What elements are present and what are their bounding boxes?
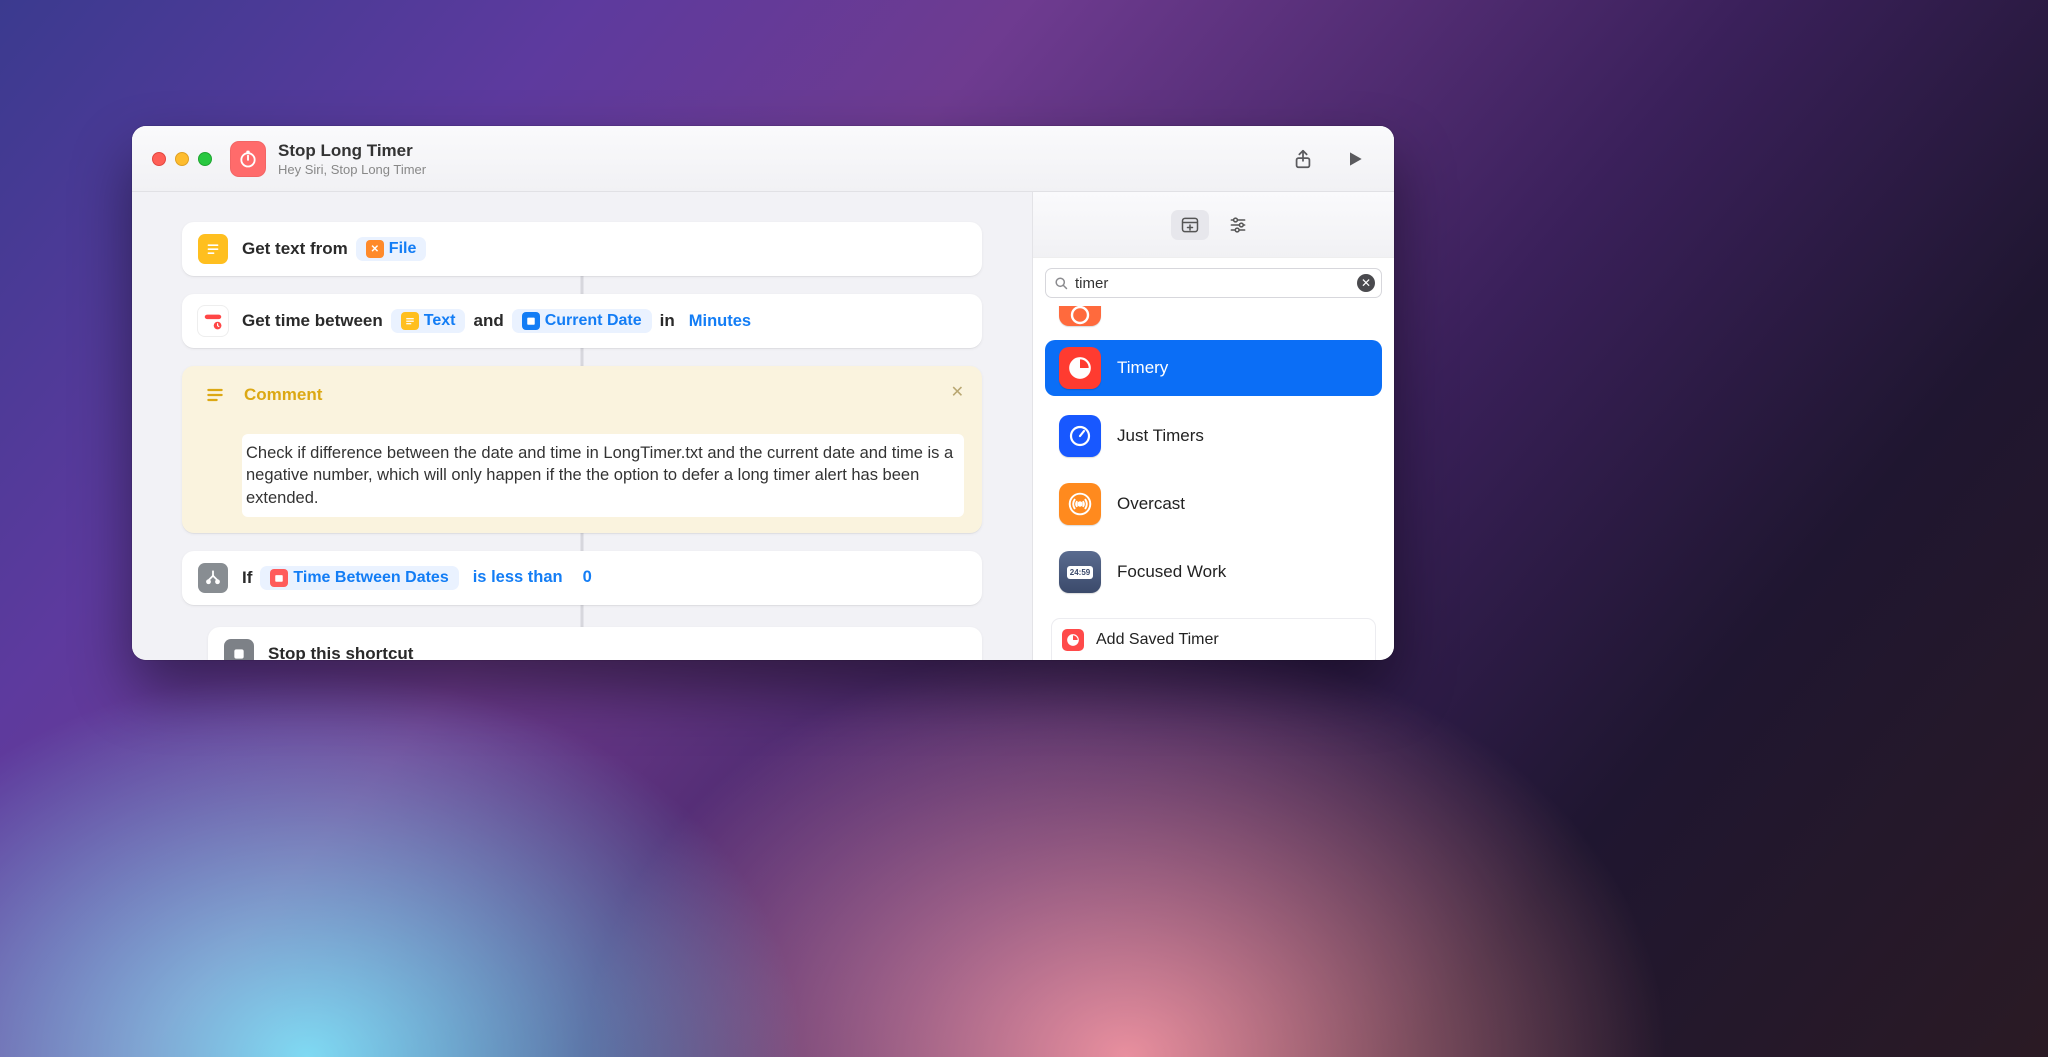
run-button[interactable]	[1334, 142, 1376, 176]
text-icon	[198, 234, 228, 264]
action-get-text[interactable]: Get text from ✕ File	[182, 222, 982, 276]
timery-small-icon	[1062, 629, 1084, 651]
editor-canvas[interactable]: Get text from ✕ File	[132, 192, 1032, 660]
streaks-app-icon	[1059, 306, 1101, 326]
close-window-button[interactable]	[152, 152, 166, 166]
if-label: If	[242, 568, 252, 588]
action-label: Get time between	[242, 311, 383, 331]
condition-value[interactable]: 0	[577, 565, 598, 590]
action-stop-shortcut[interactable]: Stop this shortcut	[208, 627, 982, 660]
focused-work-app-icon: 24:59	[1059, 551, 1101, 593]
suggestion-label: Add Saved Timer	[1096, 631, 1219, 649]
settings-tab[interactable]	[1219, 210, 1257, 240]
shortcut-title: Stop Long Timer	[278, 141, 426, 161]
search-icon	[1054, 276, 1069, 291]
date-chip-icon	[522, 312, 540, 330]
app-label: Overcast	[1117, 494, 1185, 514]
comment-text[interactable]: Check if difference between the date and…	[242, 434, 964, 517]
app-label: Just Timers	[1117, 426, 1204, 446]
app-row-just-timers[interactable]: Just Timers	[1045, 408, 1382, 464]
branch-icon	[198, 563, 228, 593]
app-list[interactable]: Timery Just Timers	[1033, 306, 1394, 602]
overcast-app-icon	[1059, 483, 1101, 525]
app-row-streaks[interactable]	[1045, 306, 1382, 328]
shortcut-icon	[230, 141, 266, 177]
text-chip-icon	[401, 312, 419, 330]
token-file[interactable]: ✕ File	[356, 237, 427, 261]
calendar-icon	[198, 306, 228, 336]
title-text: Stop Long Timer Hey Siri, Stop Long Time…	[278, 141, 426, 177]
just-timers-app-icon	[1059, 415, 1101, 457]
timery-app-icon	[1059, 347, 1101, 389]
clear-search-button[interactable]: ✕	[1357, 274, 1375, 292]
search-input[interactable]	[1075, 275, 1357, 292]
app-row-timery[interactable]: Timery	[1045, 340, 1382, 396]
shortcuts-editor-window: Stop Long Timer Hey Siri, Stop Long Time…	[132, 126, 1394, 660]
file-chip-icon: ✕	[366, 240, 384, 258]
action-if[interactable]: If Time Between Dates is less than 0	[182, 551, 982, 605]
stop-icon	[224, 639, 254, 660]
suggestion-add-saved-timer[interactable]: Add Saved Timer	[1051, 618, 1376, 660]
condition-select[interactable]: is less than	[467, 565, 569, 590]
app-row-overcast[interactable]: Overcast	[1045, 476, 1382, 532]
zoom-window-button[interactable]	[198, 152, 212, 166]
action-comment[interactable]: Comment ✕ Check if difference between th…	[182, 366, 982, 533]
search-field[interactable]: ✕	[1045, 268, 1382, 298]
comment-title: Comment	[244, 385, 322, 405]
app-label: Focused Work	[1117, 562, 1226, 582]
action-label: Stop this shortcut	[268, 644, 413, 660]
remove-action-button[interactable]: ✕	[951, 382, 964, 402]
titlebar: Stop Long Timer Hey Siri, Stop Long Time…	[132, 126, 1394, 192]
share-button[interactable]	[1282, 142, 1324, 176]
token-text[interactable]: Text	[391, 309, 466, 333]
window-controls	[152, 152, 212, 166]
library-tab[interactable]	[1171, 210, 1209, 240]
action-library-sidebar: ✕ Timery	[1032, 192, 1394, 660]
shortcut-subtitle: Hey Siri, Stop Long Timer	[278, 162, 426, 177]
app-label: Timery	[1117, 358, 1168, 378]
unit-select[interactable]: Minutes	[683, 309, 757, 334]
token-time-between-dates[interactable]: Time Between Dates	[260, 566, 458, 590]
calendar-chip-icon	[270, 569, 288, 587]
minimize-window-button[interactable]	[175, 152, 189, 166]
token-current-date[interactable]: Current Date	[512, 309, 652, 333]
app-row-focused-work[interactable]: 24:59 Focused Work	[1045, 544, 1382, 600]
comment-icon	[200, 380, 230, 410]
action-get-time-between[interactable]: Get time between Text and Current Date	[182, 294, 982, 348]
action-label: Get text from	[242, 239, 348, 259]
